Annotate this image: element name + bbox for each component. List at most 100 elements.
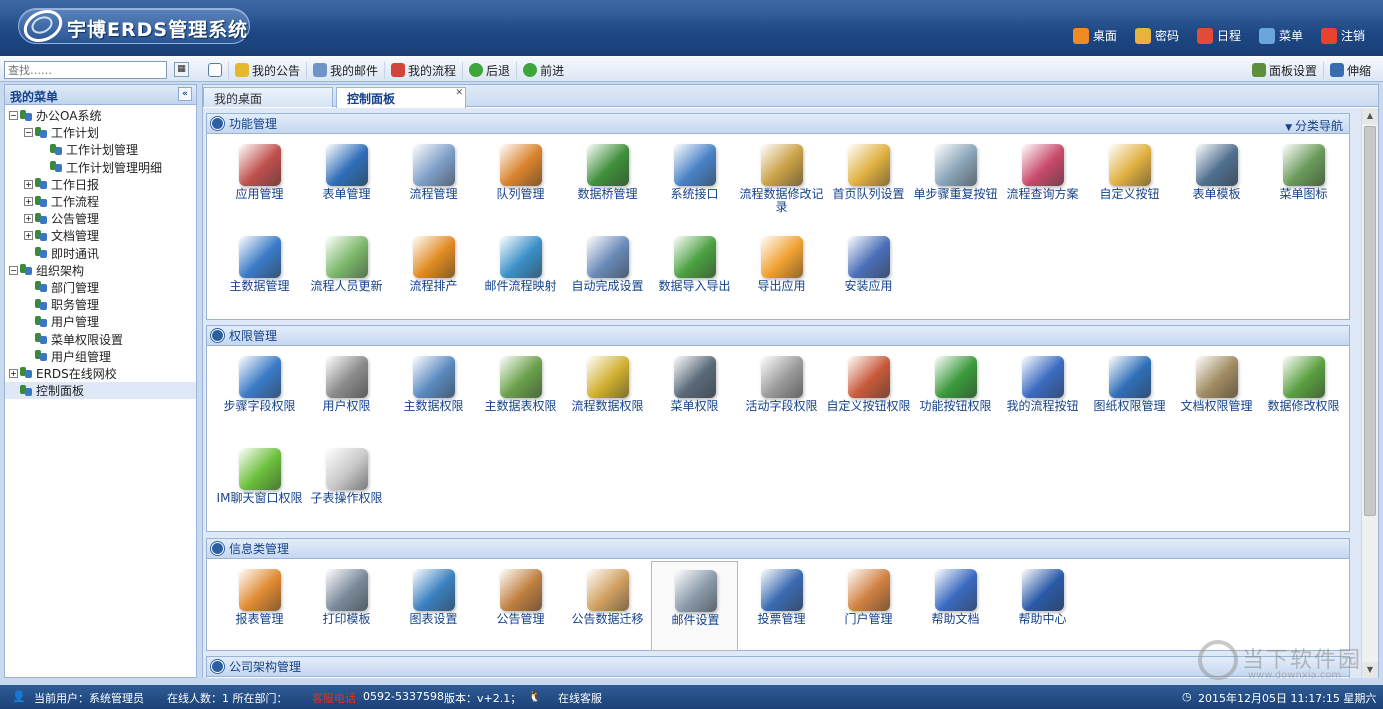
- control-item[interactable]: 流程排产: [390, 228, 477, 318]
- control-item[interactable]: 导出应用: [738, 228, 825, 318]
- tree-item[interactable]: + 工作流程: [5, 193, 196, 210]
- collapse-sidebar-button[interactable]: «: [178, 87, 192, 101]
- control-item[interactable]: 菜单图标: [1260, 136, 1347, 226]
- control-item[interactable]: 流程数据修改记录: [738, 136, 825, 226]
- control-item[interactable]: 应用管理: [216, 136, 303, 226]
- control-item[interactable]: 主数据管理: [216, 228, 303, 318]
- panel-settings-button[interactable]: 面板设置: [1246, 62, 1323, 79]
- close-tab-icon[interactable]: ✕: [455, 88, 463, 98]
- back-button[interactable]: 后退: [462, 61, 516, 79]
- control-item[interactable]: 用户权限: [303, 348, 390, 438]
- scroll-up-icon[interactable]: ▲: [1362, 108, 1378, 124]
- expand-icon[interactable]: +: [24, 179, 33, 189]
- control-item[interactable]: 自定义按钮权限: [825, 348, 912, 438]
- tree-item[interactable]: 职务管理: [5, 296, 196, 313]
- tree-item[interactable]: 菜单权限设置: [5, 330, 196, 347]
- scroll-down-icon[interactable]: ▼: [1362, 662, 1378, 678]
- collapse-button[interactable]: 伸缩: [1322, 61, 1377, 79]
- control-item[interactable]: 安装应用: [825, 228, 912, 318]
- tree-item[interactable]: + 公告管理: [5, 210, 196, 227]
- control-item[interactable]: 数据桥管理: [564, 136, 651, 226]
- datetime: 2015年12月05日 11:17:15 星期六: [1198, 692, 1377, 705]
- control-item[interactable]: 流程查询方案: [999, 136, 1086, 226]
- tree-item[interactable]: − 工作计划: [5, 124, 196, 141]
- expand-icon[interactable]: +: [24, 214, 33, 224]
- collapse-icon[interactable]: −: [9, 111, 18, 121]
- control-item[interactable]: 主数据表权限: [477, 348, 564, 438]
- control-item[interactable]: 报表管理: [216, 561, 303, 651]
- control-item[interactable]: 步骤字段权限: [216, 348, 303, 438]
- control-item[interactable]: 表单模板: [1173, 136, 1260, 226]
- topnav-calendar[interactable]: 日程: [1196, 27, 1241, 44]
- control-item[interactable]: 图纸权限管理: [1086, 348, 1173, 438]
- collapse-icon[interactable]: −: [9, 265, 18, 275]
- control-item[interactable]: 流程管理: [390, 136, 477, 226]
- control-item[interactable]: 单步骤重复按钮: [912, 136, 999, 226]
- tree-item[interactable]: − 组织架构: [5, 262, 196, 279]
- control-item[interactable]: 门户管理: [825, 561, 912, 651]
- topnav-lock[interactable]: 密码: [1134, 27, 1179, 44]
- control-item[interactable]: 图表设置: [390, 561, 477, 651]
- announcement-button[interactable]: 我的公告: [228, 61, 306, 79]
- tab-my-desktop[interactable]: 我的桌面: [203, 87, 333, 107]
- topnav-menu[interactable]: 菜单: [1258, 27, 1303, 44]
- flow-button[interactable]: 我的流程: [384, 61, 462, 79]
- control-item[interactable]: 流程数据权限: [564, 348, 651, 438]
- tree-item[interactable]: + ERDS在线网校: [5, 365, 196, 382]
- tree-item[interactable]: 用户管理: [5, 313, 196, 330]
- tree-item[interactable]: 工作计划管理: [5, 141, 196, 158]
- folder-icon: [34, 126, 48, 139]
- control-item[interactable]: 帮助文档: [912, 561, 999, 651]
- list-toggle-button[interactable]: [202, 63, 228, 77]
- search-input[interactable]: [4, 61, 167, 79]
- scroll-thumb[interactable]: [1364, 126, 1376, 516]
- tree-item[interactable]: 即时通讯: [5, 245, 196, 262]
- vertical-scrollbar[interactable]: ▲ ▼: [1361, 108, 1378, 678]
- control-item[interactable]: 文档权限管理: [1173, 348, 1260, 438]
- control-item[interactable]: 投票管理: [738, 561, 825, 651]
- mail-button[interactable]: 我的邮件: [306, 61, 384, 79]
- control-item[interactable]: 邮件流程映射: [477, 228, 564, 318]
- expand-icon[interactable]: +: [24, 197, 33, 207]
- control-item[interactable]: 表单管理: [303, 136, 390, 226]
- control-item[interactable]: 自动完成设置: [564, 228, 651, 318]
- tree-item[interactable]: 用户组管理: [5, 348, 196, 365]
- tab-control-panel[interactable]: 控制面板 ✕: [336, 87, 466, 108]
- control-item[interactable]: 公告管理: [477, 561, 564, 651]
- control-item-label: 投票管理: [757, 612, 806, 626]
- control-item[interactable]: 系统接口: [651, 136, 738, 226]
- tree-item[interactable]: + 工作日报: [5, 176, 196, 193]
- control-item[interactable]: 主数据权限: [390, 348, 477, 438]
- control-item[interactable]: 帮助中心: [999, 561, 1086, 651]
- tree-item[interactable]: 部门管理: [5, 279, 196, 296]
- topnav-home[interactable]: 桌面: [1072, 27, 1117, 44]
- control-item[interactable]: 流程人员更新: [303, 228, 390, 318]
- online-service-link[interactable]: 在线客服: [558, 690, 602, 706]
- control-item[interactable]: 我的流程按钮: [999, 348, 1086, 438]
- control-item[interactable]: 首页队列设置: [825, 136, 912, 226]
- collapse-icon[interactable]: −: [24, 128, 33, 138]
- expand-icon[interactable]: +: [9, 368, 18, 378]
- control-item[interactable]: 数据修改权限: [1260, 348, 1347, 438]
- control-item[interactable]: 队列管理: [477, 136, 564, 226]
- topnav-logout[interactable]: 注销: [1320, 27, 1365, 44]
- control-item[interactable]: IM聊天窗口权限: [216, 440, 303, 530]
- control-item[interactable]: 打印模板: [303, 561, 390, 651]
- control-item[interactable]: 子表操作权限: [303, 440, 390, 530]
- category-nav-button[interactable]: ▼ 分类导航: [1285, 117, 1343, 134]
- search-icon[interactable]: ▦: [174, 62, 189, 77]
- control-item[interactable]: 自定义按钮: [1086, 136, 1173, 226]
- control-item[interactable]: 数据导入导出: [651, 228, 738, 318]
- forward-button[interactable]: 前进: [516, 61, 570, 79]
- tree-item[interactable]: − 办公OA系统: [5, 107, 196, 124]
- control-item[interactable]: 邮件设置: [651, 561, 738, 651]
- tree-item[interactable]: + 文档管理: [5, 227, 196, 244]
- control-item[interactable]: 功能按钮权限: [912, 348, 999, 438]
- tree-item[interactable]: 控制面板: [5, 382, 196, 400]
- control-item[interactable]: 菜单权限: [651, 348, 738, 438]
- control-item[interactable]: 活动字段权限: [738, 348, 825, 438]
- control-item[interactable]: 公告数据迁移: [564, 561, 651, 651]
- tree-item[interactable]: 工作计划管理明细: [5, 159, 196, 176]
- expand-icon[interactable]: +: [24, 231, 33, 241]
